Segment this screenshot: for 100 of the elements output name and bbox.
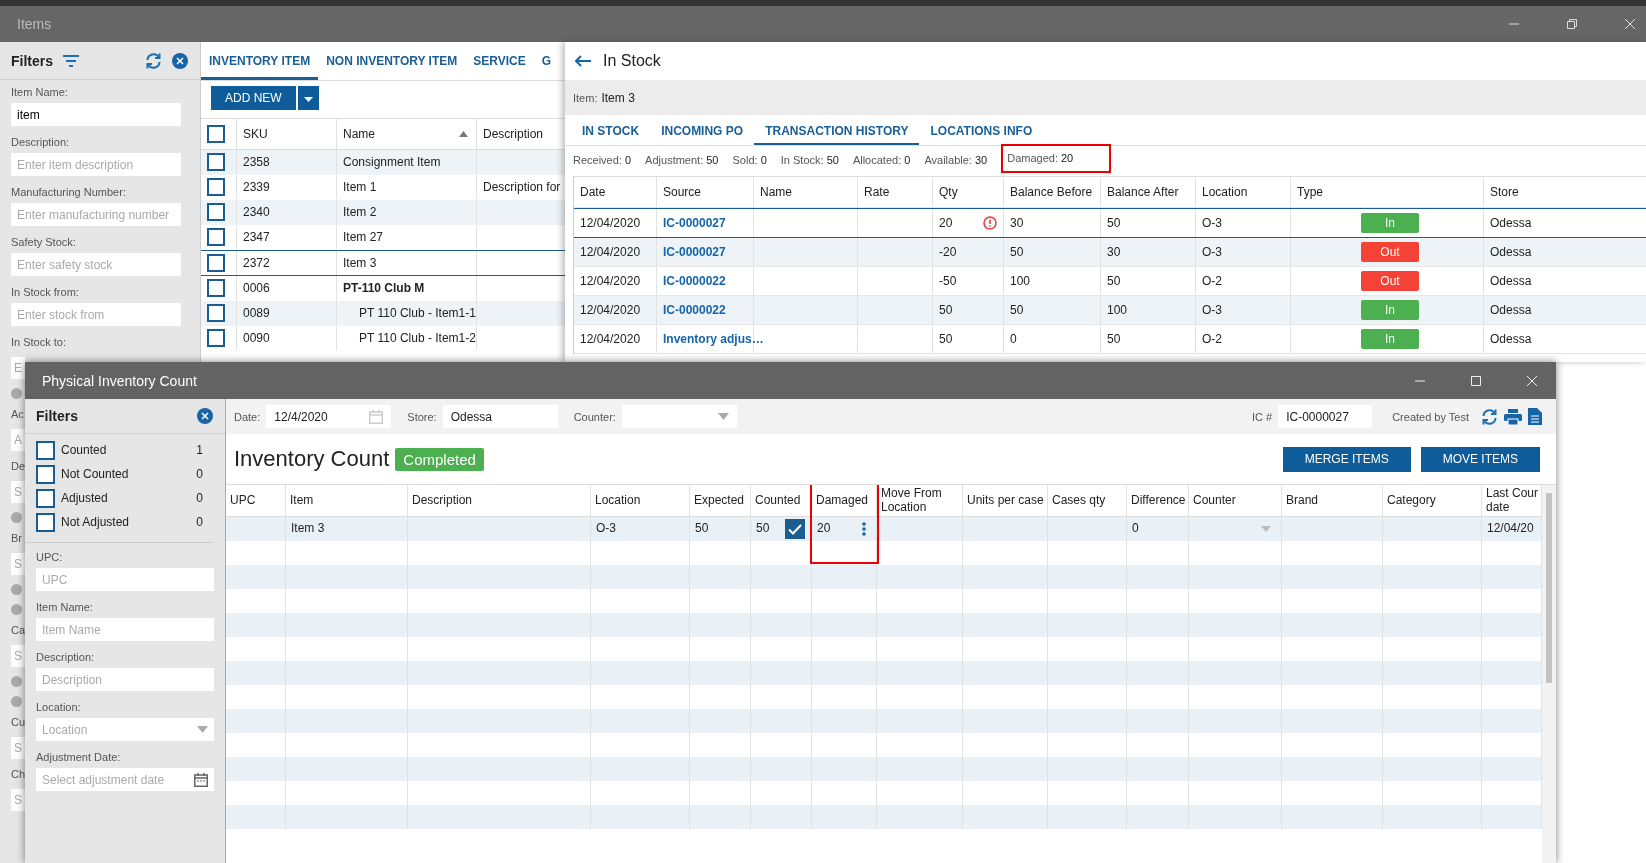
column-header[interactable]: Units per case (967, 493, 1044, 508)
column-header[interactable]: Source (663, 185, 702, 199)
refresh-icon[interactable] (145, 52, 162, 69)
column-header[interactable]: Qty (939, 185, 958, 199)
transaction-row[interactable]: 12/04/2020 IC-0000027 -20 50 30 O-3 Out Odessa (574, 238, 1646, 267)
radio-button[interactable] (11, 584, 22, 595)
tab[interactable]: LOCATIONS INFO (919, 115, 1044, 145)
tab[interactable]: TRANSACTION HISTORY (754, 115, 920, 145)
row-checkbox[interactable] (207, 203, 225, 221)
radio-button[interactable] (11, 388, 22, 399)
input-field[interactable]: Enter manufacturing number (11, 203, 181, 226)
column-header[interactable]: Name (343, 127, 375, 141)
transaction-row[interactable]: 12/04/2020 IC-0000022 50 50 100 O-3 In Odessa (574, 296, 1646, 325)
input-field[interactable]: item (11, 103, 181, 126)
column-header[interactable]: Damaged (816, 493, 869, 508)
store-field[interactable]: Odessa (442, 405, 558, 428)
restore-icon[interactable] (1566, 18, 1578, 30)
tab[interactable]: INCOMING PO (650, 115, 755, 145)
tab[interactable]: INVENTORY ITEM (201, 42, 319, 80)
column-header[interactable]: Date (580, 185, 606, 199)
transaction-row[interactable]: 12/04/2020 Inventory adjus… 50 0 50 O-2 In Odessa (574, 325, 1646, 354)
column-header[interactable]: SKU (243, 127, 268, 141)
source-link[interactable]: Inventory adjus… (663, 332, 764, 346)
document-icon[interactable] (1528, 408, 1542, 425)
list-row[interactable]: 2358 Consignment Item (201, 150, 566, 175)
checkbox[interactable] (36, 512, 55, 532)
column-header[interactable]: Rate (864, 185, 890, 199)
column-header[interactable]: Counter (1193, 493, 1236, 508)
back-arrow-icon[interactable] (574, 55, 591, 67)
column-header[interactable]: Type (1297, 185, 1323, 199)
input-field[interactable]: Item Name (36, 618, 214, 641)
radio-button[interactable] (11, 676, 22, 687)
column-header[interactable]: Balance Before (1010, 185, 1093, 199)
column-header[interactable]: Counted (755, 493, 801, 508)
column-header[interactable]: Location (1202, 185, 1248, 199)
calendar-icon[interactable] (194, 772, 208, 787)
print-icon[interactable] (1504, 408, 1522, 425)
add-new-button[interactable]: ADD NEW (211, 86, 296, 110)
list-row[interactable]: 2372 Item 3 (201, 250, 566, 276)
column-header[interactable]: Category (1387, 493, 1436, 508)
tab[interactable]: IN STOCK (571, 115, 651, 145)
row-checkbox[interactable] (207, 304, 225, 322)
row-checkbox[interactable] (207, 329, 225, 347)
column-header[interactable]: Brand (1286, 493, 1319, 508)
scrollbar[interactable] (1542, 485, 1556, 863)
more-options-icon[interactable] (862, 522, 866, 536)
column-header[interactable]: Last Cour date (1486, 486, 1539, 515)
column-header[interactable]: Balance After (1107, 185, 1179, 199)
input-field[interactable]: UPC (36, 568, 214, 591)
row-checkbox[interactable] (207, 228, 225, 246)
row-checkbox[interactable] (207, 279, 225, 297)
checkbox[interactable] (36, 440, 55, 460)
column-header[interactable]: Move From Location (881, 486, 960, 515)
input-field[interactable]: Enter item description (11, 153, 181, 176)
list-row[interactable]: 0089 PT 110 Club - Item1-1 (201, 301, 566, 326)
checkbox-label: Not Counted (61, 467, 130, 481)
action-button[interactable]: MERGE ITEMS (1282, 446, 1411, 472)
column-header[interactable]: Difference (1131, 493, 1186, 508)
row-checkbox[interactable] (207, 254, 225, 272)
column-header[interactable]: Description (483, 127, 544, 141)
source-link[interactable]: IC-0000022 (663, 303, 726, 317)
radio-button[interactable] (11, 696, 22, 707)
column-header[interactable]: Location (595, 493, 641, 508)
maximize-icon[interactable] (1470, 374, 1482, 387)
column-header[interactable]: Expected (694, 493, 745, 508)
select-all-checkbox[interactable] (207, 125, 225, 143)
filter-icon[interactable] (63, 54, 79, 67)
input-field[interactable]: Description (36, 668, 214, 691)
column-header[interactable]: Name (760, 185, 792, 199)
checkbox[interactable] (785, 519, 805, 539)
source-link[interactable]: IC-0000027 (663, 245, 726, 259)
radio-button[interactable] (11, 512, 22, 523)
tab[interactable]: SERVICE (465, 42, 534, 80)
list-row[interactable]: 2340 Item 2 (201, 200, 566, 225)
row-checkbox[interactable] (207, 153, 225, 171)
column-header[interactable]: Store (1490, 185, 1519, 199)
table-cell: Odessa (1490, 303, 1532, 317)
action-button[interactable]: MOVE ITEMS (1420, 446, 1540, 472)
ic-number-field[interactable]: IC-0000027 (1278, 405, 1373, 428)
dropdown-button[interactable] (297, 86, 319, 110)
radio-button[interactable] (11, 604, 22, 615)
tab[interactable]: G (533, 42, 552, 80)
input-field[interactable]: Enter stock from (11, 303, 181, 326)
checkbox[interactable] (36, 488, 55, 508)
column-header[interactable]: Description (412, 493, 473, 508)
tab[interactable]: NON INVENTORY ITEM (318, 42, 466, 80)
date-field[interactable]: 12/4/2020 (266, 405, 392, 428)
column-header[interactable]: Item (290, 493, 314, 508)
checkbox[interactable] (36, 464, 55, 484)
source-link[interactable]: IC-0000022 (663, 274, 726, 288)
row-checkbox[interactable] (207, 178, 225, 196)
clear-filters-icon[interactable] (172, 52, 188, 69)
refresh-icon[interactable] (1481, 408, 1498, 425)
close-icon[interactable] (1624, 18, 1636, 30)
column-header[interactable]: Cases qty (1052, 493, 1106, 508)
close-filters-icon[interactable] (197, 408, 213, 424)
source-link[interactable]: IC-0000027 (663, 216, 726, 230)
column-header[interactable]: UPC (230, 493, 256, 508)
close-icon[interactable] (1526, 374, 1538, 387)
input-field[interactable]: Enter safety stock (11, 253, 181, 276)
